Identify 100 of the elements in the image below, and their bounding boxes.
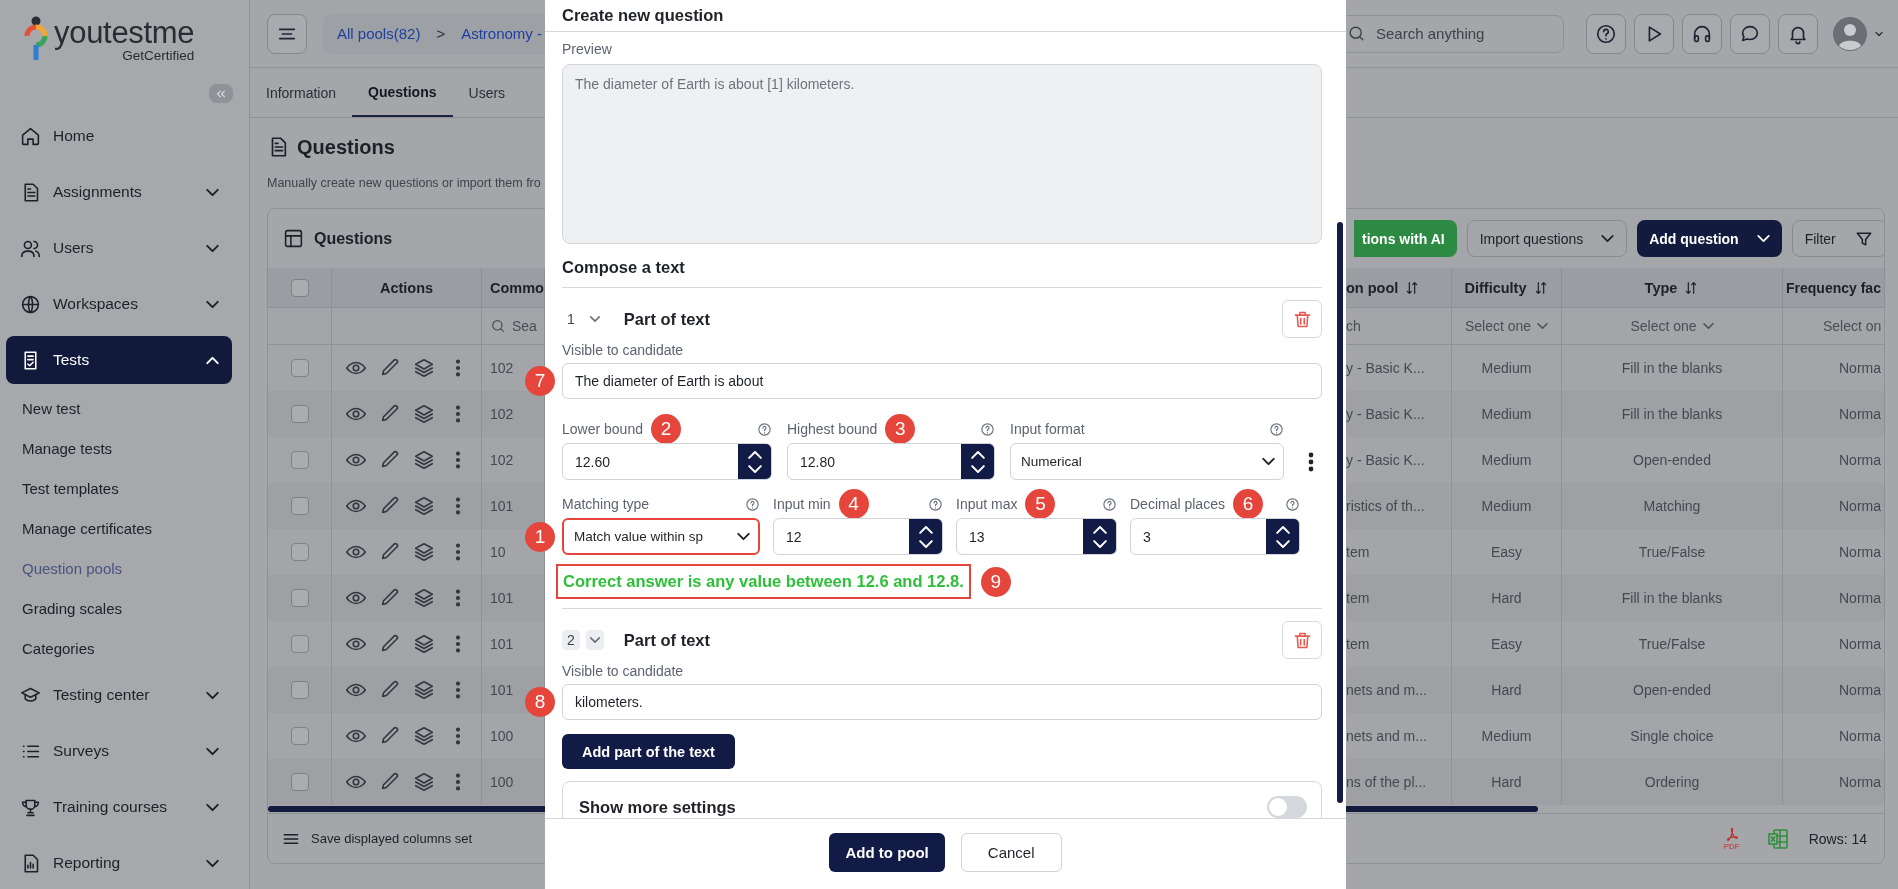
nav-subitem[interactable]: New test (0, 388, 249, 428)
nav-item[interactable]: Users (6, 224, 232, 272)
tab[interactable]: Users (452, 68, 522, 117)
dropdown-button[interactable]: Import questions (1466, 220, 1628, 257)
text-field[interactable]: The diameter of Earth is about (562, 363, 1322, 399)
checkbox[interactable] (290, 497, 309, 515)
column-header: Commo (482, 268, 545, 308)
nav-item[interactable]: Assignments (6, 168, 232, 216)
checkbox[interactable] (290, 359, 309, 377)
dropdown[interactable]: Numerical (1010, 443, 1284, 480)
dialog-title: Create new question (562, 6, 724, 25)
nav-item[interactable]: Surveys (6, 727, 232, 775)
layers-icon[interactable] (412, 771, 435, 793)
layers-icon[interactable] (412, 495, 435, 517)
layers-icon[interactable] (412, 357, 435, 379)
table-cell: 102 (482, 391, 545, 437)
checkbox[interactable] (290, 278, 309, 297)
settings-title: Show more settings (579, 797, 736, 817)
layers-icon[interactable] (412, 403, 435, 425)
chevron-down-icon (1601, 235, 1615, 242)
checkbox[interactable] (290, 635, 309, 653)
checkbox[interactable] (290, 589, 309, 607)
column-header[interactable]: on pool (1346, 268, 1452, 308)
expand-button[interactable] (585, 630, 604, 650)
nav-subitem[interactable]: Grading scales (0, 588, 249, 628)
part-number: 2 (562, 630, 580, 650)
section-title: Compose a text (562, 257, 686, 278)
nav-subitem[interactable]: Manage tests (0, 428, 249, 468)
nav-item[interactable]: Testing center (6, 671, 232, 719)
add-button[interactable]: Add question (1637, 220, 1782, 257)
text-field[interactable]: kilometers. (562, 684, 1322, 720)
callout-badge: 7 (525, 366, 555, 396)
table-cell: 100 (482, 759, 545, 805)
play-button[interactable] (1634, 13, 1674, 54)
delete-button[interactable] (1282, 300, 1322, 338)
add-part-button[interactable]: Add part of the text (562, 734, 735, 769)
tab[interactable]: Information (250, 68, 353, 117)
ai-button[interactable]: tions with AI (1354, 220, 1457, 257)
table-cell: tem (1346, 529, 1452, 575)
column-header[interactable]: Type (1562, 268, 1783, 308)
stepper-button[interactable] (1266, 519, 1299, 554)
delete-button[interactable] (1282, 621, 1322, 659)
layers-icon[interactable] (412, 679, 435, 701)
help-button[interactable] (1586, 13, 1626, 54)
table-cell: 101 (482, 483, 545, 529)
table-cell: nets and m... (1346, 713, 1452, 759)
support-button[interactable] (1682, 13, 1722, 54)
table-cell: y - Basic K... (1346, 345, 1452, 391)
page-description: Manually create new questions or import them fro (267, 175, 542, 191)
number-field[interactable]: 13 (956, 518, 1117, 555)
checkbox[interactable] (290, 727, 309, 745)
help-icon (757, 421, 772, 437)
nav-item[interactable]: Tests (6, 336, 232, 384)
callout-badge: 8 (525, 687, 555, 717)
nav-item[interactable]: Reporting (6, 839, 232, 887)
notifications-button[interactable] (1778, 13, 1818, 54)
number-field[interactable]: 12.80 (787, 443, 995, 480)
breadcrumb-link[interactable]: All pools(82) (337, 25, 421, 42)
number-field[interactable]: 12.60 (562, 443, 772, 480)
preview-box: The diameter of Earth is about [1] kilometers. (562, 64, 1322, 244)
tab[interactable]: Questions (352, 68, 453, 117)
submit-button[interactable]: Add to pool (829, 832, 945, 872)
checkbox[interactable] (290, 773, 309, 791)
layers-icon[interactable] (412, 633, 435, 655)
breadcrumb-link[interactable]: Astronomy - (461, 25, 542, 42)
nav-subitem[interactable]: Categories (0, 628, 249, 668)
cancel-button[interactable]: Cancel (960, 832, 1062, 872)
nav-item[interactable]: Home (6, 112, 232, 160)
layers-icon[interactable] (412, 587, 435, 609)
scroll-thumb[interactable] (1337, 222, 1343, 803)
globe-icon (20, 293, 41, 315)
checkbox[interactable] (290, 405, 309, 423)
chat-button[interactable] (1730, 13, 1770, 54)
toggle-switch[interactable] (1267, 796, 1307, 818)
number-field[interactable]: 12 (773, 518, 943, 555)
stepper-button[interactable] (738, 444, 771, 479)
stepper-button[interactable] (1083, 519, 1116, 554)
checkbox[interactable] (290, 451, 309, 469)
nav-subitem[interactable]: Test templates (0, 468, 249, 508)
checkbox[interactable] (290, 681, 309, 699)
nav-item[interactable]: Training courses (6, 783, 232, 831)
layers-icon[interactable] (412, 541, 435, 563)
stepper-button[interactable] (961, 444, 994, 479)
avatar[interactable] (1833, 16, 1867, 51)
save-columns-link[interactable]: Save displayed columns set (311, 831, 473, 846)
stepper-button[interactable] (909, 519, 942, 554)
nav-subitem[interactable]: Manage certificates (0, 508, 249, 548)
number-field[interactable]: 3 (1130, 518, 1300, 555)
table-cell: Medium (1452, 483, 1562, 529)
table-cell: Norma (1783, 391, 1884, 437)
layers-icon[interactable] (412, 449, 435, 471)
column-header: Actions (332, 268, 482, 308)
nav-item[interactable]: Workspaces (6, 280, 232, 328)
checkbox[interactable] (290, 543, 309, 561)
layers-icon[interactable] (412, 725, 435, 747)
part-title: Part of text (623, 309, 710, 329)
menu-button[interactable] (267, 13, 307, 54)
dropdown[interactable]: Match value within sp (562, 518, 760, 555)
table-cell: Ordering (1562, 759, 1783, 805)
column-header[interactable]: Difficulty (1452, 268, 1562, 308)
